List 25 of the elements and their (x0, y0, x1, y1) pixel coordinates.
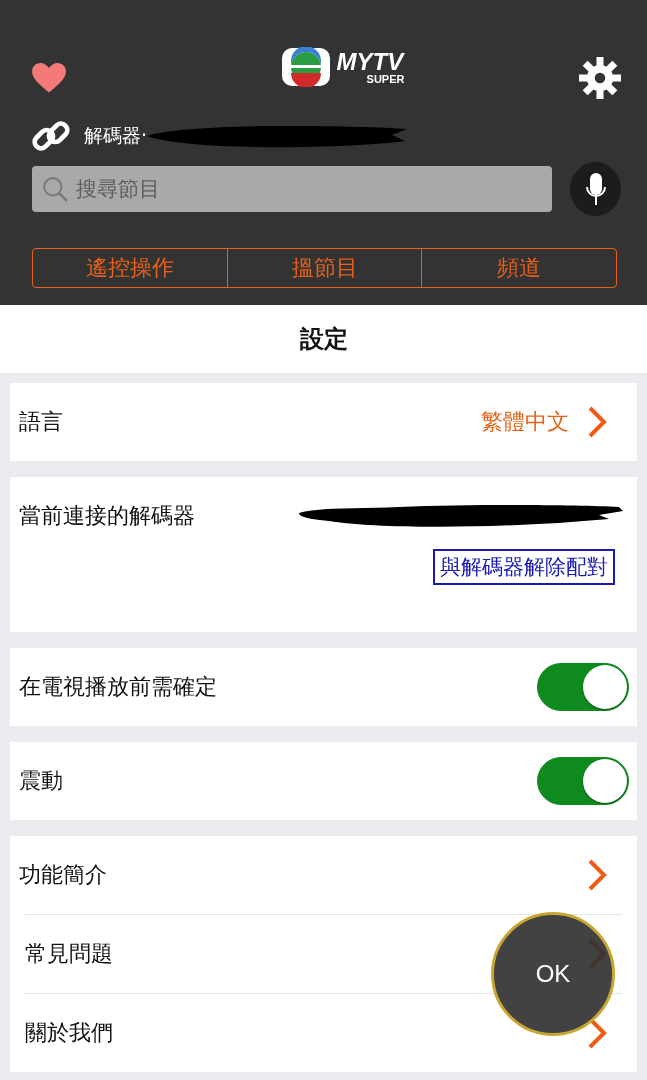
setting-value[interactable]: 繁體中文 (481, 407, 569, 437)
page-title: 設定 (299, 324, 348, 355)
unpair-button[interactable]: 與解碼器解除配對 (433, 549, 615, 585)
logo-icon (280, 47, 331, 87)
segment-tab[interactable]: 遙控操作 (33, 249, 227, 287)
setting-label: 在電視播放前需確定 (19, 673, 218, 701)
setting-label: 常見問題 (25, 940, 114, 968)
search-field[interactable]: 搜尋節目 (32, 166, 552, 212)
setting-label: 當前連接的解碼器 (19, 502, 196, 530)
heart-icon[interactable] (32, 62, 66, 94)
segment-tab[interactable]: 頻道 (421, 249, 616, 287)
logo-subtitle: SUPER (366, 73, 405, 85)
toggle-switch[interactable] (537, 757, 629, 805)
toggle-switch[interactable] (537, 663, 629, 711)
setting-label: 語言 (19, 408, 64, 436)
segment-tab[interactable]: 搵節目 (226, 249, 422, 287)
microphone-button[interactable] (570, 162, 621, 216)
settings-icon[interactable] (579, 57, 621, 99)
setting-label: 震動 (19, 767, 64, 795)
search-icon (42, 176, 68, 202)
setting-label: 關於我們 (25, 1019, 114, 1047)
decoder-label: 解碼器· (84, 123, 148, 148)
microphone-icon (585, 172, 606, 206)
logo-wordmark: MYTV (336, 49, 405, 74)
setting-label: 功能簡介 (19, 861, 108, 889)
